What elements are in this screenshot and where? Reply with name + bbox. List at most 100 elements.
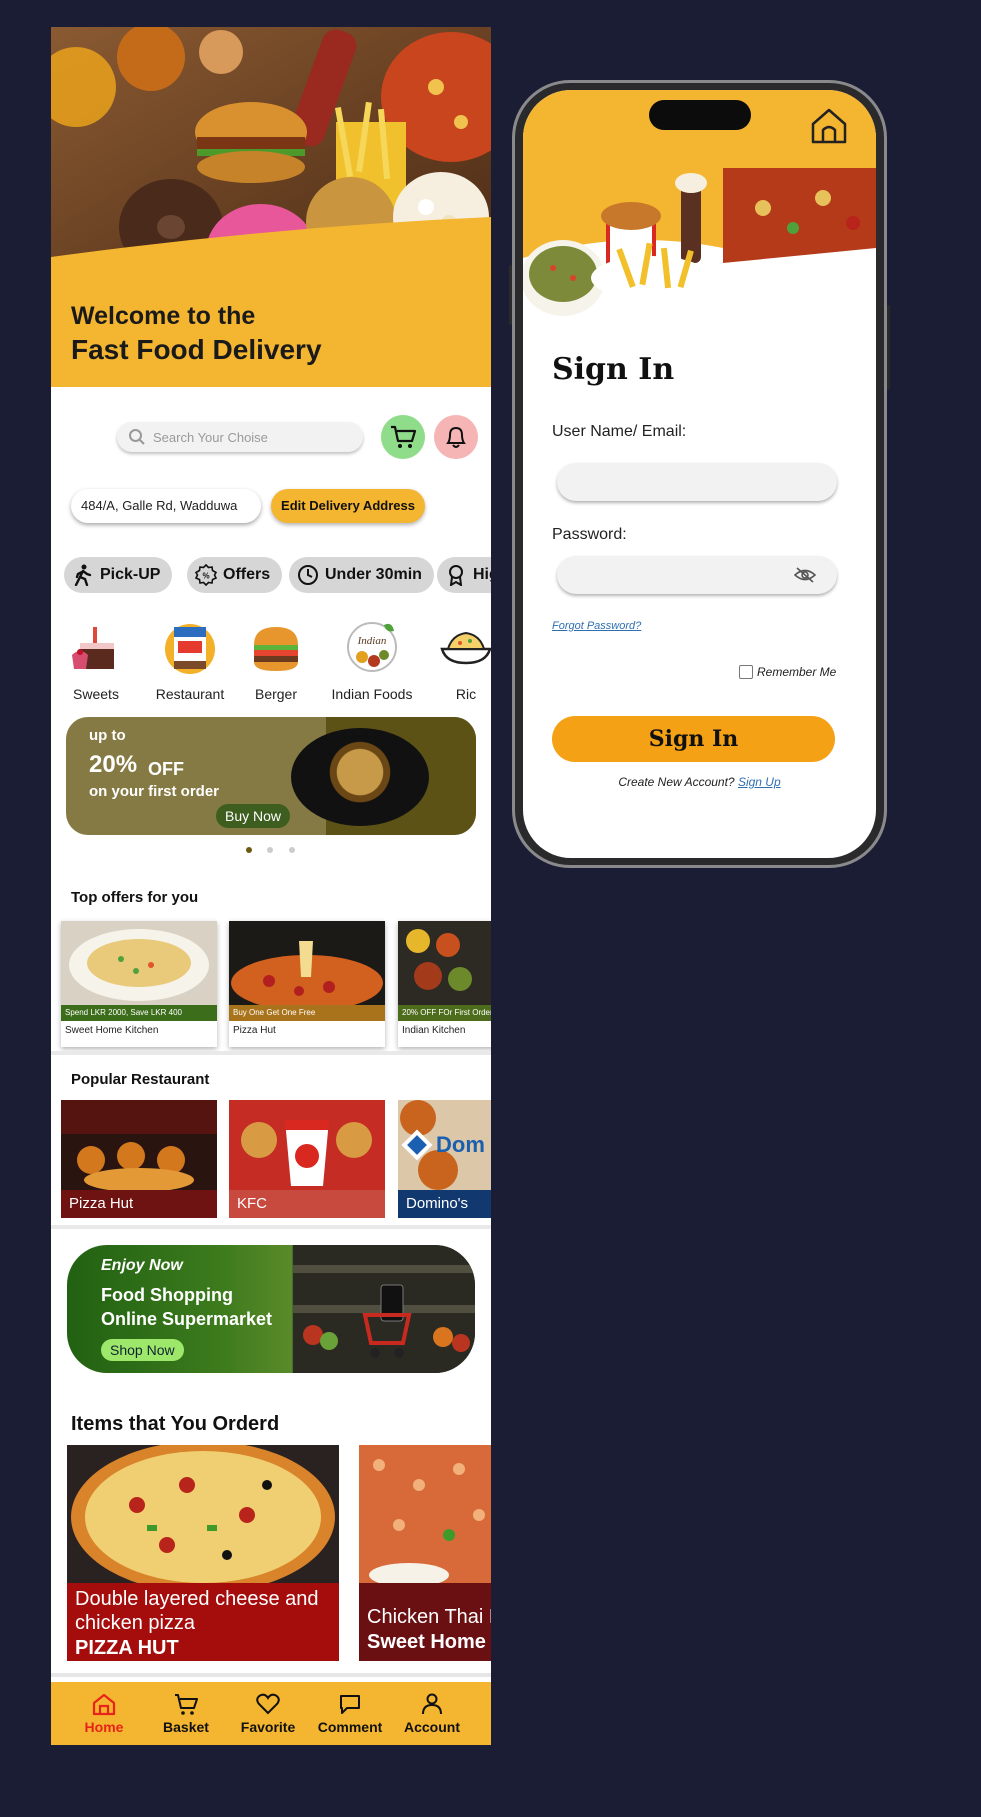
restaurant-card-pizza-hut[interactable]: Pizza Hut: [61, 1100, 217, 1218]
category-restaurant[interactable]: Restaurant: [145, 619, 235, 702]
dynamic-island: [649, 100, 751, 130]
nav-comment[interactable]: Comment: [309, 1682, 391, 1745]
restaurant-name: Domino's: [398, 1190, 491, 1218]
cart-icon: [391, 425, 417, 448]
account-icon: [422, 1693, 442, 1715]
filter-chip-label: Offers: [223, 566, 271, 583]
offer-restaurant-name: Sweet Home Kitchen: [65, 1025, 159, 1036]
indian-dishes-image: [398, 921, 491, 1005]
comment-icon: [340, 1695, 360, 1714]
category-berger[interactable]: Berger: [231, 619, 321, 702]
category-label: Restaurant: [155, 686, 225, 702]
eye-off-icon[interactable]: [794, 566, 816, 584]
svg-text:Dom: Dom: [436, 1132, 485, 1157]
restaurant-card-dominos[interactable]: Dom Domino's: [398, 1100, 491, 1218]
nav-basket[interactable]: Basket: [145, 1682, 227, 1745]
signin-food-collage-image: [523, 168, 876, 333]
carousel-dot[interactable]: [267, 847, 273, 853]
section-divider: [51, 1051, 491, 1055]
pizza-hut-image: [61, 1100, 217, 1190]
heart-icon: [256, 1693, 280, 1715]
ordered-item-card[interactable]: Chicken Thai Fried Rice Sweet Home: [359, 1445, 491, 1661]
offer-card[interactable]: 20% OFF FOr First Order Indian Kitchen: [398, 921, 491, 1047]
username-field[interactable]: [557, 463, 837, 501]
svg-text:Indian: Indian: [357, 635, 387, 647]
category-label: Indian Foods: [331, 686, 413, 702]
ordered-item-shop: PIZZA HUT: [75, 1637, 179, 1659]
section-divider: [51, 1225, 491, 1229]
offer-card[interactable]: Buy One Get One Free Pizza Hut: [229, 921, 385, 1047]
offer-strip: Spend LKR 2000, Save LKR 400: [61, 1005, 217, 1021]
filter-chip-label: Pick-UP: [100, 566, 161, 583]
remember-me-checkbox[interactable]: [739, 665, 753, 679]
filter-chip-under-30min[interactable]: Under 30min: [289, 557, 434, 593]
cart-button[interactable]: [381, 415, 425, 459]
delivery-address-field[interactable]: 484/A, Galle Rd, Wadduwa: [71, 489, 261, 523]
password-label: Password:: [552, 526, 627, 543]
category-rice[interactable]: Ric: [421, 619, 491, 702]
signin-screen: Sign In User Name/ Email: Password: Forg…: [523, 90, 876, 858]
filter-chip-high[interactable]: Hig: [437, 557, 491, 593]
noodle-bowl-image: [291, 728, 429, 826]
promo-banner[interactable]: up to 20% OFF on your first order Buy No…: [66, 717, 476, 835]
forgot-password-link[interactable]: Forgot Password?: [552, 620, 641, 632]
filter-chip-pickup[interactable]: Pick-UP: [64, 557, 173, 593]
nav-label: Home: [84, 1719, 124, 1735]
section-divider: [51, 1673, 491, 1677]
promo-percent: 20%: [89, 751, 138, 778]
ordered-item-info: Double layered cheese and chicken pizza …: [67, 1583, 339, 1661]
bell-icon: [446, 426, 466, 448]
username-label: User Name/ Email:: [552, 423, 687, 440]
ordered-item-card[interactable]: Double layered cheese and chicken pizza …: [67, 1445, 339, 1661]
cheese-pizza-image: [67, 1445, 339, 1583]
nav-favorite[interactable]: Favorite: [227, 1682, 309, 1745]
fast-food-hero-image: [51, 27, 491, 287]
create-account-text: Create New Account?: [618, 775, 735, 789]
signup-link[interactable]: Sign Up: [738, 775, 781, 789]
thai-fried-rice-image: [359, 1445, 491, 1583]
category-indian-foods[interactable]: Indian Indian Foods: [327, 619, 417, 702]
clock-icon: [298, 565, 318, 585]
promo-up-to: up to: [89, 727, 126, 744]
restaurant-name: Pizza Hut: [61, 1190, 217, 1218]
restaurant-icon: [165, 624, 215, 674]
home-screen: Welcome to the Fast Food Delivery Search…: [51, 27, 491, 1745]
restaurant-card-kfc[interactable]: KFC: [229, 1100, 385, 1218]
nav-label: Favorite: [240, 1719, 296, 1735]
nav-home[interactable]: Home: [63, 1682, 145, 1745]
indian-food-icon: Indian: [347, 622, 397, 672]
supermarket-line2: Online Supermarket: [101, 1309, 273, 1329]
notification-button[interactable]: [434, 415, 478, 459]
dominos-image: Dom: [398, 1100, 491, 1190]
restaurant-name: KFC: [229, 1190, 385, 1218]
filter-chip-label: Under 30min: [325, 566, 422, 583]
svg-text:%: %: [202, 572, 209, 581]
edit-delivery-address-button[interactable]: Edit Delivery Address: [271, 489, 425, 523]
offer-restaurant-name: Indian Kitchen: [402, 1025, 466, 1036]
ordered-item-title: Chicken Thai Fried Rice: [367, 1606, 491, 1628]
welcome-heading-line1: Welcome to the: [71, 302, 256, 330]
ordered-item-info: Chicken Thai Fried Rice Sweet Home: [359, 1583, 491, 1661]
basket-icon: [175, 1694, 198, 1715]
home-icon[interactable]: [809, 106, 849, 146]
nav-account[interactable]: Account: [391, 1682, 473, 1745]
shop-now-button[interactable]: Shop Now: [101, 1339, 184, 1361]
ordered-items-title: Items that You Orderd: [71, 1413, 280, 1435]
offer-strip: Buy One Get One Free: [229, 1005, 385, 1021]
burger-icon: [254, 627, 298, 671]
category-label: Ric: [455, 686, 477, 702]
buy-now-button[interactable]: Buy Now: [216, 804, 291, 828]
supermarket-cart-image: [293, 1245, 475, 1373]
filter-chip-offers[interactable]: % Offers: [187, 557, 283, 593]
carousel-dot-active[interactable]: [246, 847, 252, 853]
category-label: Berger: [254, 686, 298, 702]
create-account-row: Create New Account? Sign Up: [523, 775, 876, 789]
search-input[interactable]: Search Your Choise: [117, 422, 363, 452]
category-sweets[interactable]: Sweets: [51, 619, 141, 702]
carousel-dot[interactable]: [289, 847, 295, 853]
offer-restaurant-name: Pizza Hut: [233, 1025, 276, 1036]
category-label: Sweets: [73, 686, 119, 702]
supermarket-banner[interactable]: Enjoy Now Food Shopping Online Supermark…: [67, 1245, 475, 1373]
offer-card[interactable]: Spend LKR 2000, Save LKR 400 Sweet Home …: [61, 921, 217, 1047]
signin-button[interactable]: Sign In: [552, 716, 835, 762]
